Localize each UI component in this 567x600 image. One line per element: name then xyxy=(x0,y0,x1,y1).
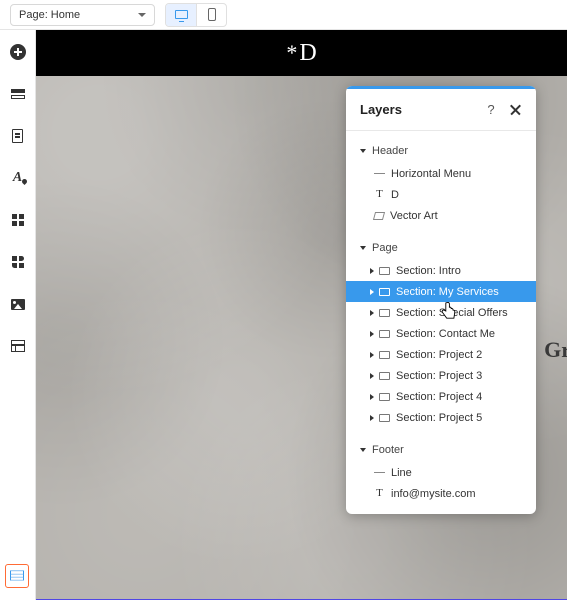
mobile-icon xyxy=(208,8,216,21)
layers-toggle-button[interactable] xyxy=(5,564,29,588)
layer-item-text-d[interactable]: T D xyxy=(346,184,536,205)
section-icon xyxy=(379,393,390,401)
page-selector[interactable]: Page: Home xyxy=(10,4,155,26)
section-icon xyxy=(379,351,390,359)
chevron-down-icon xyxy=(138,13,146,17)
triangle-right-icon xyxy=(370,415,374,421)
text-icon: T xyxy=(374,487,385,499)
close-button[interactable] xyxy=(506,100,524,118)
layer-item-label: Section: Project 5 xyxy=(396,412,482,424)
triangle-down-icon xyxy=(360,149,366,153)
group-footer-label: Footer xyxy=(372,444,404,456)
layer-item-label: Section: Special Offers xyxy=(396,307,508,319)
layer-item-label: Section: Project 3 xyxy=(396,370,482,382)
layer-item-label: Line xyxy=(391,467,412,479)
line-icon xyxy=(374,173,385,175)
media-button[interactable] xyxy=(9,295,27,313)
section-icon xyxy=(379,288,390,296)
mobile-view-button[interactable] xyxy=(196,4,226,26)
section-icon xyxy=(379,414,390,422)
layer-item-section-intro[interactable]: Section: Intro xyxy=(346,260,536,281)
page-icon xyxy=(12,129,23,143)
text-icon: T xyxy=(374,188,385,200)
help-button[interactable]: ? xyxy=(482,100,500,118)
layer-item-vector-art[interactable]: Vector Art xyxy=(346,205,536,226)
triangle-right-icon xyxy=(370,352,374,358)
layer-item-label: D xyxy=(391,189,399,201)
section-icon xyxy=(11,89,25,99)
layer-item-label: Section: Project 2 xyxy=(396,349,482,361)
layer-item-section-project-3[interactable]: Section: Project 3 xyxy=(346,365,536,386)
layer-item-label: Section: My Services xyxy=(396,286,499,298)
layer-item-section-my-services[interactable]: Section: My Services xyxy=(346,281,536,302)
triangle-right-icon xyxy=(370,373,374,379)
plugins-button[interactable] xyxy=(9,253,27,271)
triangle-right-icon xyxy=(370,289,374,295)
left-rail: A xyxy=(0,30,36,600)
apps-button[interactable] xyxy=(9,211,27,229)
section-icon xyxy=(379,330,390,338)
group-page-label: Page xyxy=(372,242,398,254)
close-icon xyxy=(510,104,521,115)
vector-icon xyxy=(374,212,384,220)
triangle-right-icon xyxy=(370,394,374,400)
layer-item-label: Section: Intro xyxy=(396,265,461,277)
triangle-right-icon xyxy=(370,331,374,337)
puzzle-icon xyxy=(12,256,24,268)
triangle-down-icon xyxy=(360,246,366,250)
layer-item-label: info@mysite.com xyxy=(391,488,476,500)
layer-item-horizontal-menu[interactable]: Horizontal Menu xyxy=(346,163,536,184)
section-icon xyxy=(379,267,390,275)
layers-panel: Layers ? Header Horizontal Menu T D xyxy=(346,86,536,514)
triangle-right-icon xyxy=(370,310,374,316)
data-button[interactable] xyxy=(9,337,27,355)
line-icon xyxy=(374,472,385,474)
table-icon xyxy=(11,340,25,352)
layer-item-section-project-5[interactable]: Section: Project 5 xyxy=(346,407,536,428)
theme-button[interactable]: A xyxy=(9,169,27,187)
triangle-down-icon xyxy=(360,448,366,452)
theme-icon: A xyxy=(13,170,22,186)
layer-item-footer-email[interactable]: T info@mysite.com xyxy=(346,483,536,504)
add-button[interactable] xyxy=(9,43,27,61)
group-page[interactable]: Page xyxy=(346,236,536,260)
logo-text: D xyxy=(299,40,316,67)
desktop-icon xyxy=(175,10,188,19)
image-icon xyxy=(11,299,25,310)
triangle-right-icon xyxy=(370,268,374,274)
layer-item-section-project-4[interactable]: Section: Project 4 xyxy=(346,386,536,407)
layer-item-label: Section: Project 4 xyxy=(396,391,482,403)
grid-icon xyxy=(12,214,24,226)
canvas[interactable]: *D Gr Layers ? Header Horizontal Menu xyxy=(36,30,567,600)
pages-button[interactable] xyxy=(9,127,27,145)
panel-title: Layers xyxy=(360,102,482,117)
layers-icon xyxy=(10,570,24,582)
layer-item-label: Vector Art xyxy=(390,210,438,222)
partial-headline: Gr xyxy=(544,337,567,363)
page-selector-label: Page: Home xyxy=(19,9,80,21)
layer-item-label: Section: Contact Me xyxy=(396,328,495,340)
logo-asterisk-icon: * xyxy=(286,40,297,66)
group-header[interactable]: Header xyxy=(346,139,536,163)
layer-item-section-project-2[interactable]: Section: Project 2 xyxy=(346,344,536,365)
site-header: *D xyxy=(36,30,567,76)
group-footer[interactable]: Footer xyxy=(346,438,536,462)
section-icon xyxy=(379,372,390,380)
desktop-view-button[interactable] xyxy=(166,4,196,26)
layer-item-section-contact-me[interactable]: Section: Contact Me xyxy=(346,323,536,344)
plus-icon xyxy=(10,44,26,60)
section-button[interactable] xyxy=(9,85,27,103)
layer-item-label: Horizontal Menu xyxy=(391,168,471,180)
layer-item-section-special-offers[interactable]: Section: Special Offers xyxy=(346,302,536,323)
group-header-label: Header xyxy=(372,145,408,157)
section-icon xyxy=(379,309,390,317)
layer-item-footer-line[interactable]: Line xyxy=(346,462,536,483)
